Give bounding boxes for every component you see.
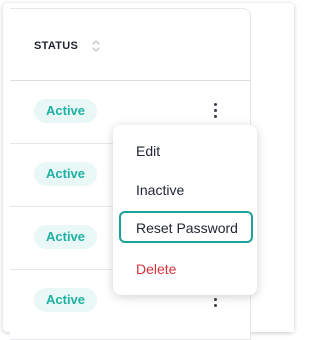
status-badge: Active [34,162,98,186]
menu-item-label: Edit [136,143,161,159]
menu-item-label: Reset Password [136,220,238,236]
status-column-header: STATUS [34,40,79,52]
more-vertical-icon[interactable] [212,103,218,121]
status-badge: Active [34,99,98,123]
table-header: STATUS [10,9,250,81]
menu-item-label: Delete [136,261,177,277]
sort-icon[interactable] [90,38,102,54]
menu-item-label: Inactive [136,182,185,198]
status-badge: Active [34,288,98,312]
menu-item-edit[interactable]: Edit [113,133,257,169]
menu-item-reset-password[interactable]: Reset Password [119,211,253,243]
status-badge: Active [34,225,98,249]
menu-item-delete[interactable]: Delete [113,251,257,287]
adjacent-column [251,8,294,332]
menu-item-inactive[interactable]: Inactive [113,172,257,208]
row-actions-menu: Edit Inactive Reset Password Delete [113,125,257,295]
